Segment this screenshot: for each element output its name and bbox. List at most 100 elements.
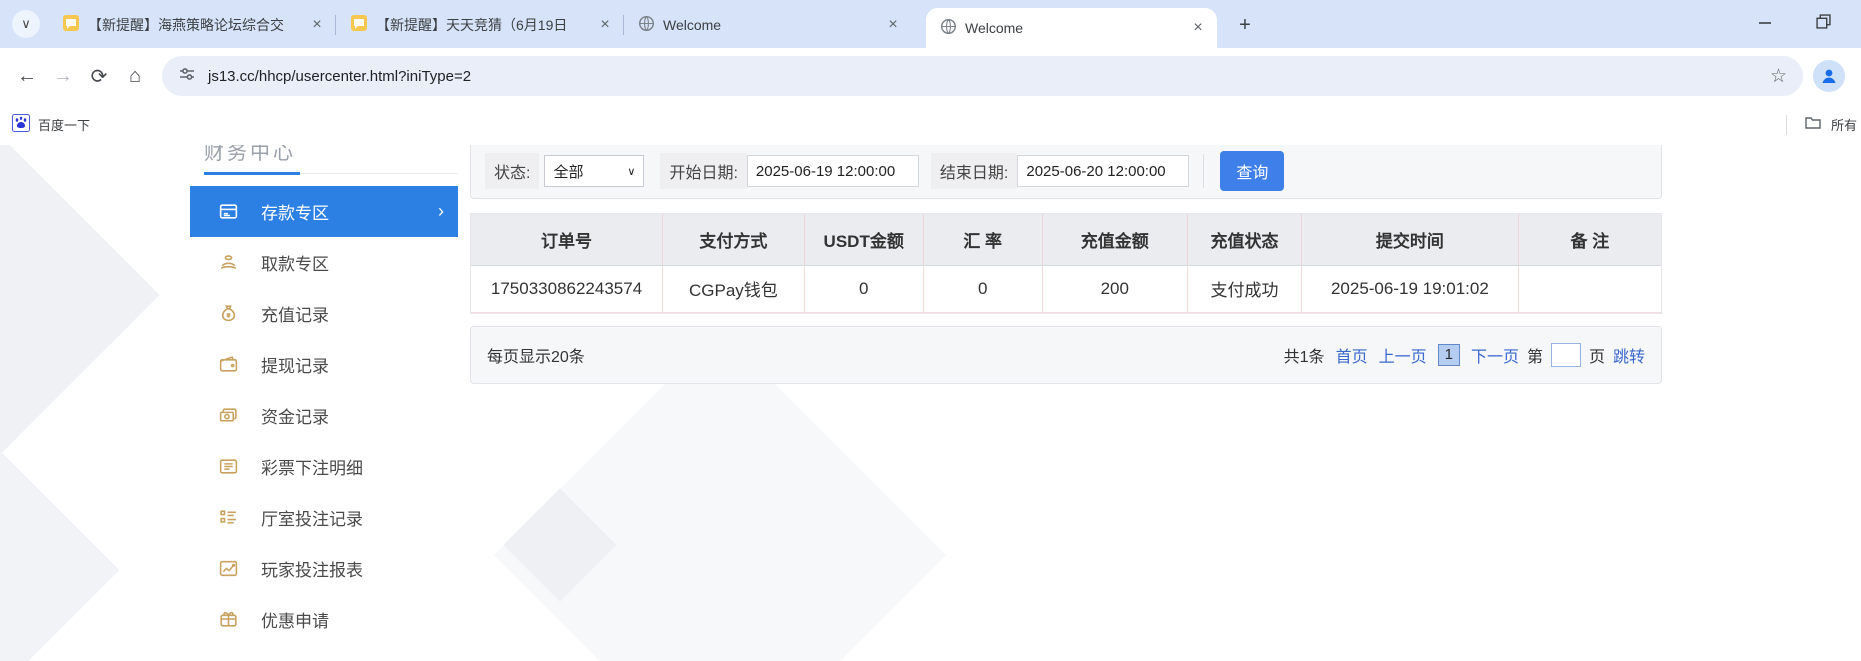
finance-sidebar: 财务中心 存款专区 › 取款专区 充值记录 提现记录 资金记录 彩票下注明细 厅… [190,145,458,645]
jump-page-input[interactable] [1550,342,1581,367]
status-select-value: 全部 [553,163,584,181]
total-count-text: 共1条 [1283,348,1325,366]
bookmark-baidu[interactable]: 百度一下 [12,114,90,135]
baidu-paw-icon [12,114,30,135]
address-bar[interactable]: js13.cc/hhcp/usercenter.html?iniType=2 ☆ [162,56,1803,96]
query-button[interactable]: 查询 [1220,151,1285,191]
tab-close-icon[interactable]: × [1189,19,1207,37]
home-icon[interactable]: ⌂ [118,59,152,93]
sidebar-item-withdraw-zone[interactable]: 取款专区 [190,237,458,288]
end-date-input[interactable] [1017,155,1190,187]
money-bag-icon [221,305,236,322]
cell-recharge-status: 支付成功 [1186,265,1302,313]
tab-title: Welcome [663,16,722,33]
main-panel: 状态: 全部 ∨ 开始日期: 结束日期: 查询 订单号 [470,145,1662,384]
tab-forum-2[interactable]: 【新提醒】天天竞猜（6月19日 × [336,1,624,48]
page-size-text: 每页显示20条 [487,348,585,366]
reload-icon[interactable]: ⟳ [82,59,116,93]
hall-list-icon [220,510,236,524]
all-bookmarks-label: 所有 [1830,118,1857,133]
pager-controls: 共1条 首页 上一页 1 下一页 第 页 跳转 [1283,342,1645,367]
tab-welcome-1[interactable]: Welcome × [624,1,912,48]
new-tab-button[interactable]: + [1231,11,1259,39]
all-bookmarks-button[interactable]: 所有 [1785,114,1857,135]
filter-divider [1203,154,1205,188]
cell-usdt-amount: 0 [803,265,924,313]
next-page-link[interactable]: 下一页 [1471,343,1519,367]
chevron-right-icon: › [438,201,444,221]
cell-remark [1517,265,1661,313]
pagination-bar: 每页显示20条 共1条 首页 上一页 1 下一页 第 页 跳转 [470,325,1662,384]
report-chart-icon [219,560,238,577]
cash-cards-icon [219,408,237,422]
status-select[interactable]: 全部 ∨ [544,155,645,187]
list-detail-icon [219,459,238,474]
sidebar-item-player-bet-report[interactable]: 玩家投注报表 [190,543,458,594]
cell-exchange-rate: 0 [922,265,1043,313]
sidebar-item-promo-apply[interactable]: 优惠申请 [190,594,458,645]
sidebar-item-label: 充值记录 [261,306,329,325]
chevron-down-icon: ∨ [627,165,636,178]
sidebar-header-underline [204,171,458,175]
tab-close-icon[interactable]: × [596,16,614,34]
minimize-icon[interactable] [1758,15,1772,34]
status-label: 状态: [485,153,540,189]
prev-page-link[interactable]: 上一页 [1379,343,1427,367]
start-date-input[interactable] [746,155,919,187]
back-icon[interactable]: ← [10,59,44,93]
browser-toolbar: ← → ⟳ ⌂ js13.cc/hhcp/usercenter.html?ini… [0,48,1861,104]
sidebar-item-label: 取款专区 [261,255,329,274]
sidebar-item-label: 优惠申请 [261,612,329,631]
tab-title: 【新提醒】天天竞猜（6月19日 [376,16,568,33]
tab-close-icon[interactable]: × [884,16,902,34]
site-settings-icon[interactable] [178,65,196,88]
cell-submit-time: 2025-06-19 19:01:02 [1301,265,1519,313]
withdraw-hand-icon [220,255,237,269]
tab-close-icon[interactable]: × [308,16,326,34]
promo-gift-icon [220,611,237,627]
col-pay-method: 支付方式 [662,214,805,266]
sidebar-item-withdraw-records[interactable]: 提现记录 [190,339,458,390]
cell-pay-method: CGPay钱包 [662,265,805,313]
url-text[interactable]: js13.cc/hhcp/usercenter.html?iniType=2 [208,68,1758,85]
sidebar-item-label: 厅室投注记录 [261,510,363,529]
sidebar-item-lottery-bet-detail[interactable]: 彩票下注明细 [190,441,458,492]
first-page-link[interactable]: 首页 [1336,343,1368,367]
jump-suffix-label: 页 [1588,348,1605,366]
start-date-label: 开始日期: [660,153,747,189]
jump-action-link[interactable]: 跳转 [1613,343,1645,367]
sidebar-item-label: 玩家投注报表 [261,561,363,580]
folder-icon [1804,114,1822,135]
tab-search-chevron-icon: ∨ [21,16,31,31]
sidebar-item-deposit-zone[interactable]: 存款专区 › [190,186,458,237]
bookmark-label: 百度一下 [38,118,91,133]
tab-welcome-2-active[interactable]: Welcome × [926,8,1217,48]
wallet-icon [219,356,238,372]
current-page-badge: 1 [1437,343,1460,366]
bookmarks-divider [1785,114,1787,135]
restore-icon[interactable] [1816,14,1831,34]
profile-avatar[interactable] [1813,60,1845,92]
table-row: 1750330862243574 CGPay钱包 0 0 200 支付成功 20… [471,265,1661,313]
tab-search-button[interactable]: ∨ [12,10,40,38]
sidebar-item-fund-records[interactable]: 资金记录 [190,390,458,441]
decorative-shape [0,435,120,661]
sidebar-item-label: 提现记录 [261,357,329,376]
col-recharge-amount: 充值金额 [1041,214,1188,266]
col-order-id: 订单号 [471,214,663,266]
decorative-shape [0,145,160,465]
tab-forum-1[interactable]: 【新提醒】海燕策略论坛综合交 × [48,1,336,48]
sidebar-item-recharge-records[interactable]: 充值记录 [190,288,458,339]
globe-favicon [638,15,655,35]
sidebar-item-hall-bet-records[interactable]: 厅室投注记录 [190,492,458,543]
sidebar-item-label: 资金记录 [261,408,329,427]
bookmark-star-icon[interactable]: ☆ [1770,65,1787,88]
cell-recharge-amount: 200 [1041,265,1188,313]
forum-favicon [350,14,368,35]
deposit-records-table: 订单号 支付方式 USDT金额 汇 率 充值金额 充值状态 提交时间 备 注 1… [470,213,1662,314]
forward-icon[interactable]: → [46,59,80,93]
window-controls [1758,0,1861,48]
tab-strip: ∨ 【新提醒】海燕策略论坛综合交 × 【新提醒】天天竞猜（6月19日 × Wel… [0,0,1861,48]
table-header-row: 订单号 支付方式 USDT金额 汇 率 充值金额 充值状态 提交时间 备 注 [471,214,1661,266]
sidebar-item-label: 存款专区 [261,204,329,223]
